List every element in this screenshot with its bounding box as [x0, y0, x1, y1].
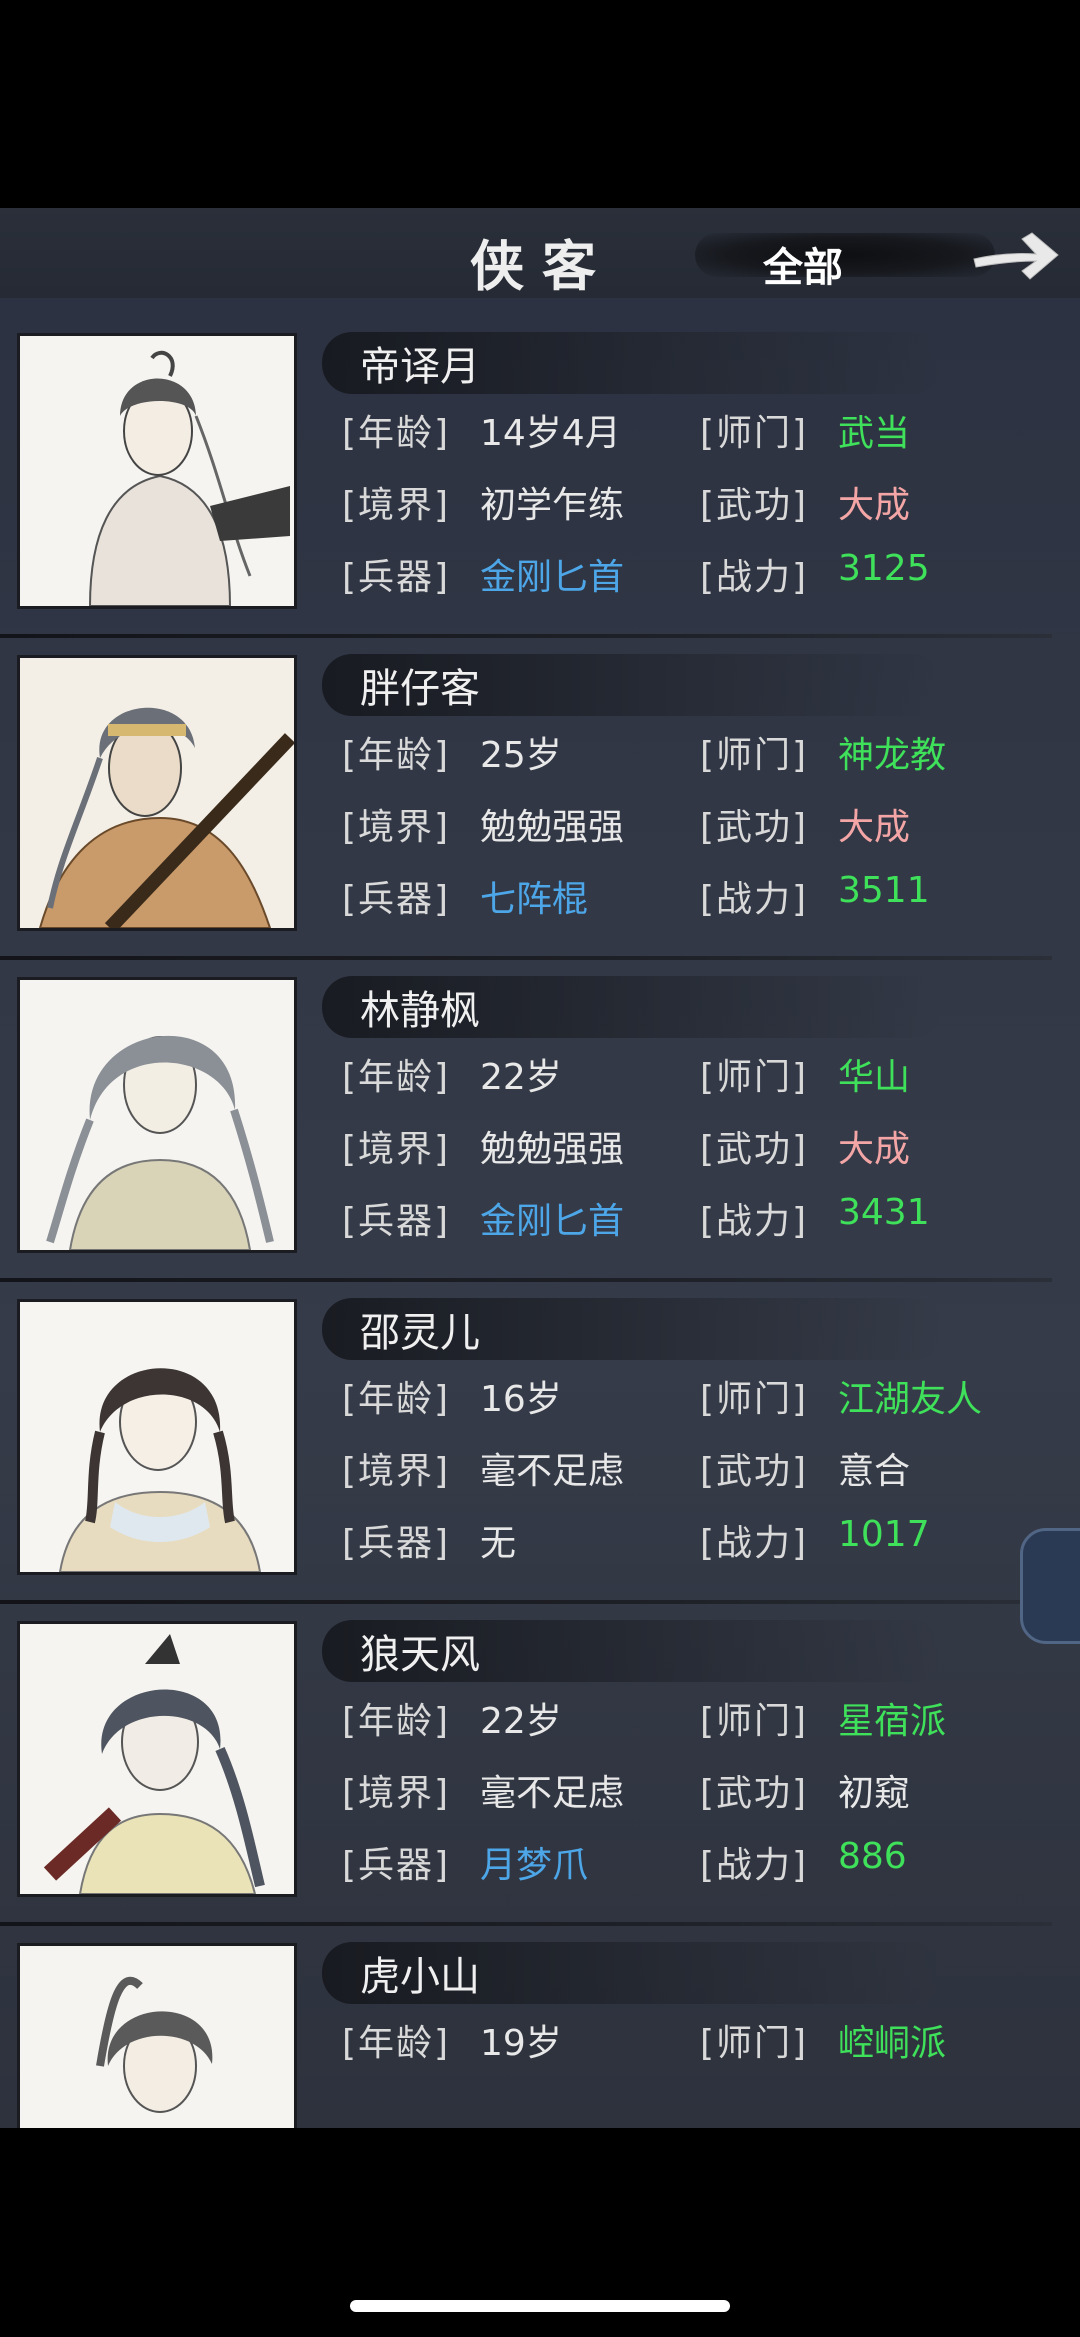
character-portrait — [20, 336, 294, 606]
character-card[interactable]: 胖仔客 [年龄] 25岁 [境界] 勉勉强强 [兵器] 七阵棍 [师门] 神龙教 [武功… — [0, 638, 1080, 960]
martial-value: 大成 — [838, 807, 911, 848]
power-label: [战力] — [700, 879, 809, 920]
power-label: [战力] — [700, 557, 809, 598]
character-card[interactable]: 虎小山 [年龄] 19岁 [师门] 崆峒派 — [0, 1926, 1080, 2128]
sect-label: [师门] — [700, 1057, 809, 1098]
weapon-label: [兵器] — [342, 557, 451, 598]
age-label: [年龄] — [342, 735, 451, 776]
realm-label: [境界] — [342, 1773, 451, 1814]
arrow-right-icon[interactable] — [970, 223, 1062, 287]
weapon-value: 无 — [480, 1523, 517, 1564]
character-card[interactable]: 林静枫 [年龄] 22岁 [境界] 勉勉强强 [兵器] 金刚匕首 [师门] 华山 [武功… — [0, 960, 1080, 1282]
character-name: 狼天风 — [360, 1632, 480, 1678]
character-portrait — [20, 980, 294, 1250]
age-value: 19岁 — [480, 2023, 562, 2064]
weapon-label: [兵器] — [342, 1845, 451, 1886]
martial-value: 大成 — [838, 1129, 911, 1170]
character-name: 帝译月 — [360, 344, 480, 390]
power-label: [战力] — [700, 1201, 809, 1242]
martial-label: [武功] — [700, 485, 809, 526]
character-name: 邵灵儿 — [360, 1310, 480, 1356]
weapon-value: 七阵棍 — [480, 879, 589, 920]
character-portrait — [20, 658, 294, 928]
character-name: 林静枫 — [360, 988, 480, 1034]
character-name: 胖仔客 — [360, 666, 480, 712]
martial-value: 意合 — [838, 1451, 911, 1492]
power-value: 3125 — [838, 548, 930, 589]
character-list[interactable]: 帝译月 [年龄] 14岁4月 [境界] 初学乍练 [兵器] 金刚匕首 [师门] 武当 [… — [0, 316, 1080, 2128]
sect-label: [师门] — [700, 413, 809, 454]
realm-value: 毫不足虑 — [480, 1773, 625, 1814]
age-label: [年龄] — [342, 1379, 451, 1420]
martial-label: [武功] — [700, 807, 809, 848]
realm-value: 勉勉强强 — [480, 1129, 625, 1170]
sect-value: 江湖友人 — [838, 1379, 983, 1420]
martial-label: [武功] — [700, 1129, 809, 1170]
sect-value: 武当 — [838, 413, 911, 454]
power-label: [战力] — [700, 1523, 809, 1564]
age-label: [年龄] — [342, 1057, 451, 1098]
realm-label: [境界] — [342, 485, 451, 526]
sect-value: 华山 — [838, 1057, 911, 1098]
age-label: [年龄] — [342, 1701, 451, 1742]
weapon-value: 月梦爪 — [480, 1845, 589, 1886]
sect-label: [师门] — [700, 1701, 809, 1742]
realm-label: [境界] — [342, 807, 451, 848]
sect-label: [师门] — [700, 735, 809, 776]
brush-stroke-background — [695, 233, 995, 277]
character-name: 虎小山 — [360, 1954, 480, 2000]
sect-value: 星宿派 — [838, 1701, 947, 1742]
sect-label: [师门] — [700, 2023, 809, 2064]
power-value: 3511 — [838, 870, 930, 911]
age-value: 22岁 — [480, 1057, 562, 1098]
weapon-value: 金刚匕首 — [480, 1201, 625, 1242]
martial-value: 初窥 — [838, 1773, 911, 1814]
power-value: 886 — [838, 1836, 907, 1877]
age-label: [年龄] — [342, 2023, 451, 2064]
power-label: [战力] — [700, 1845, 809, 1886]
character-portrait — [20, 1624, 294, 1894]
martial-label: [武功] — [700, 1773, 809, 1814]
app-screen: 侠客 全部 帝译月 [年龄] 14岁4月 [境界] 初学乍练 [兵器] 金刚匕首… — [0, 208, 1080, 2128]
martial-label: [武功] — [700, 1451, 809, 1492]
weapon-label: [兵器] — [342, 1201, 451, 1242]
weapon-label: [兵器] — [342, 1523, 451, 1564]
filter-selector[interactable]: 全部 — [695, 223, 995, 291]
realm-label: [境界] — [342, 1451, 451, 1492]
realm-value: 初学乍练 — [480, 485, 625, 526]
character-portrait — [20, 1946, 294, 2128]
power-value: 1017 — [838, 1514, 930, 1555]
character-card[interactable]: 帝译月 [年龄] 14岁4月 [境界] 初学乍练 [兵器] 金刚匕首 [师门] 武当 [… — [0, 316, 1080, 638]
sect-value: 崆峒派 — [838, 2023, 947, 2064]
age-value: 22岁 — [480, 1701, 562, 1742]
header-bar: 侠客 全部 — [0, 208, 1080, 298]
home-indicator[interactable] — [350, 2300, 730, 2312]
age-label: [年龄] — [342, 413, 451, 454]
filter-label: 全部 — [763, 245, 843, 291]
age-value: 14岁4月 — [480, 413, 621, 454]
weapon-value: 金刚匕首 — [480, 557, 625, 598]
age-value: 25岁 — [480, 735, 562, 776]
side-drawer-tab[interactable] — [1020, 1528, 1080, 1644]
realm-label: [境界] — [342, 1129, 451, 1170]
character-card[interactable]: 邵灵儿 [年龄] 16岁 [境界] 毫不足虑 [兵器] 无 [师门] 江湖友人 [武功]… — [0, 1282, 1080, 1604]
realm-value: 勉勉强强 — [480, 807, 625, 848]
page-title: 侠客 — [470, 234, 614, 298]
power-value: 3431 — [838, 1192, 930, 1233]
martial-value: 大成 — [838, 485, 911, 526]
age-value: 16岁 — [480, 1379, 562, 1420]
character-portrait — [20, 1302, 294, 1572]
sect-value: 神龙教 — [838, 735, 947, 776]
character-card[interactable]: 狼天风 [年龄] 22岁 [境界] 毫不足虑 [兵器] 月梦爪 [师门] 星宿派 [武功… — [0, 1604, 1080, 1926]
sect-label: [师门] — [700, 1379, 809, 1420]
weapon-label: [兵器] — [342, 879, 451, 920]
realm-value: 毫不足虑 — [480, 1451, 625, 1492]
